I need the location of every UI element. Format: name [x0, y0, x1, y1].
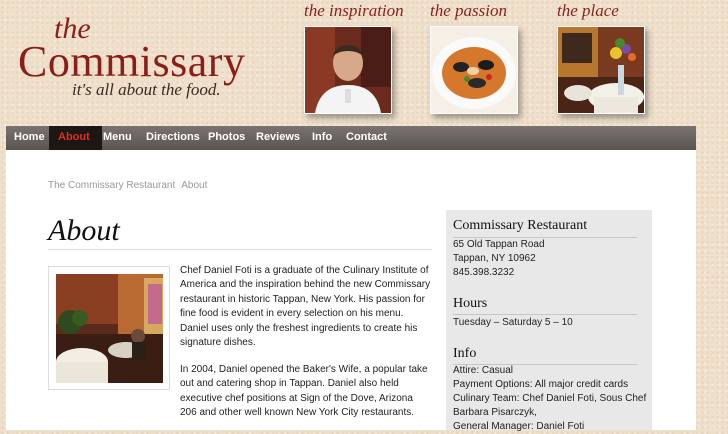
info-attire: Attire: Casual: [453, 365, 514, 376]
header-photo-inspiration[interactable]: the inspiration: [304, 0, 404, 114]
nav-item-contact[interactable]: Contact: [346, 126, 387, 150]
info-general-manager: General Manager: Daniel Foti: [453, 421, 585, 432]
nav-item-reviews[interactable]: Reviews: [256, 126, 300, 150]
phone-number: 845.398.3232: [453, 267, 515, 278]
info-culinary-team-cont: Barbara Pisarczyk,: [453, 407, 537, 418]
nav-item-info[interactable]: Info: [312, 126, 332, 150]
breadcrumb-current: About: [181, 180, 208, 191]
header-photo-place[interactable]: the place: [557, 0, 645, 114]
breadcrumb: The Commissary Restaurant About: [48, 180, 207, 191]
nav-item-photos[interactable]: Photos: [208, 126, 245, 150]
sidebar: Commissary Restaurant 65 Old Tappan Road…: [446, 210, 652, 432]
dining-room-photo: [557, 26, 645, 114]
header-photo-caption: the inspiration: [304, 1, 404, 20]
about-paragraph-2: In 2004, Daniel opened the Baker's Wife,…: [180, 363, 432, 421]
logo-name: Commissary: [18, 37, 246, 86]
chef-photo: [304, 26, 392, 114]
address-city: Tappan, NY 10962: [453, 253, 536, 264]
nav-item-about[interactable]: About: [49, 126, 102, 150]
hours-heading: Hours: [453, 296, 488, 311]
info-culinary-team: Culinary Team: Chef Daniel Foti, Sous Ch…: [453, 393, 647, 404]
title-divider: [48, 249, 432, 250]
main-nav: Home About Menu Directions Photos Review…: [6, 126, 696, 150]
sidebar-divider: [453, 314, 637, 315]
info-heading: Info: [453, 346, 477, 361]
main-content: The Commissary Restaurant About About Che: [6, 150, 696, 432]
nav-item-menu[interactable]: Menu: [103, 126, 132, 150]
header-photo-passion[interactable]: the passion: [430, 0, 518, 114]
restaurant-photo: [48, 266, 170, 390]
about-paragraph-1: Chef Daniel Foti is a graduate of the Cu…: [180, 265, 431, 349]
page-title: About: [48, 214, 120, 247]
dish-photo: [430, 26, 518, 114]
info-payment: Payment Options: All major credit cards: [453, 379, 629, 390]
header-photo-caption: the place: [557, 1, 619, 20]
breadcrumb-home-link[interactable]: The Commissary Restaurant: [48, 180, 175, 191]
hours-text: Tuesday – Saturday 5 – 10: [453, 317, 573, 328]
address-street: 65 Old Tappan Road: [453, 239, 545, 250]
logo-tagline: it's all about the food.: [72, 80, 221, 99]
header-photo-caption: the passion: [430, 1, 507, 20]
about-paragraph-2-text: In 2004, Daniel opened the Baker's Wife,…: [180, 364, 428, 419]
nav-item-home[interactable]: Home: [14, 126, 45, 150]
restaurant-heading: Commissary Restaurant: [453, 218, 588, 233]
nav-item-directions[interactable]: Directions: [146, 126, 200, 150]
